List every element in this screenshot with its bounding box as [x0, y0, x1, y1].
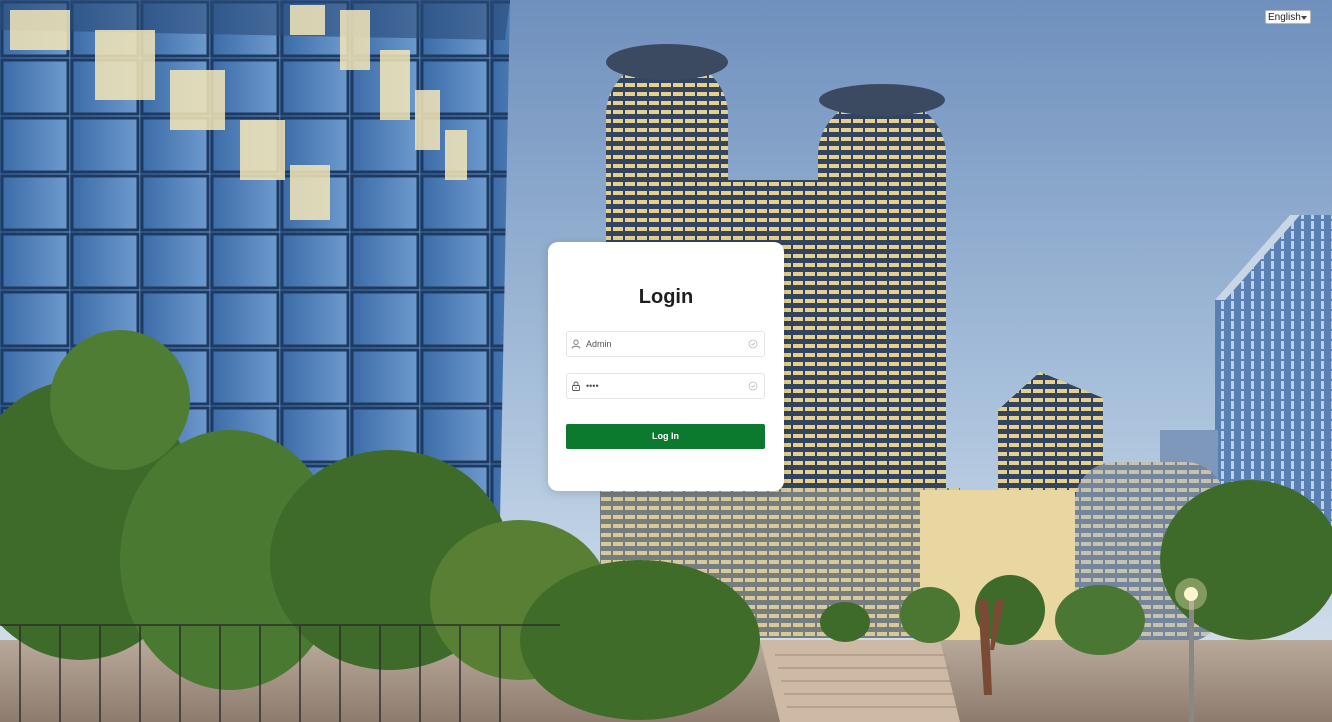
username-value: Admin — [586, 339, 612, 349]
language-select[interactable]: English — [1265, 10, 1311, 24]
login-card: Login Admin •••• Log In — [548, 242, 784, 491]
password-value: •••• — [586, 381, 599, 391]
password-field[interactable]: •••• — [566, 373, 765, 399]
username-field[interactable]: Admin — [566, 331, 765, 357]
language-select-value: English — [1268, 12, 1301, 23]
user-icon — [571, 339, 581, 349]
clear-icon[interactable] — [748, 339, 758, 349]
login-button[interactable]: Log In — [566, 424, 765, 449]
clear-icon[interactable] — [748, 381, 758, 391]
chevron-down-icon — [1301, 16, 1307, 20]
lock-icon — [572, 381, 580, 391]
login-title: Login — [638, 286, 694, 308]
